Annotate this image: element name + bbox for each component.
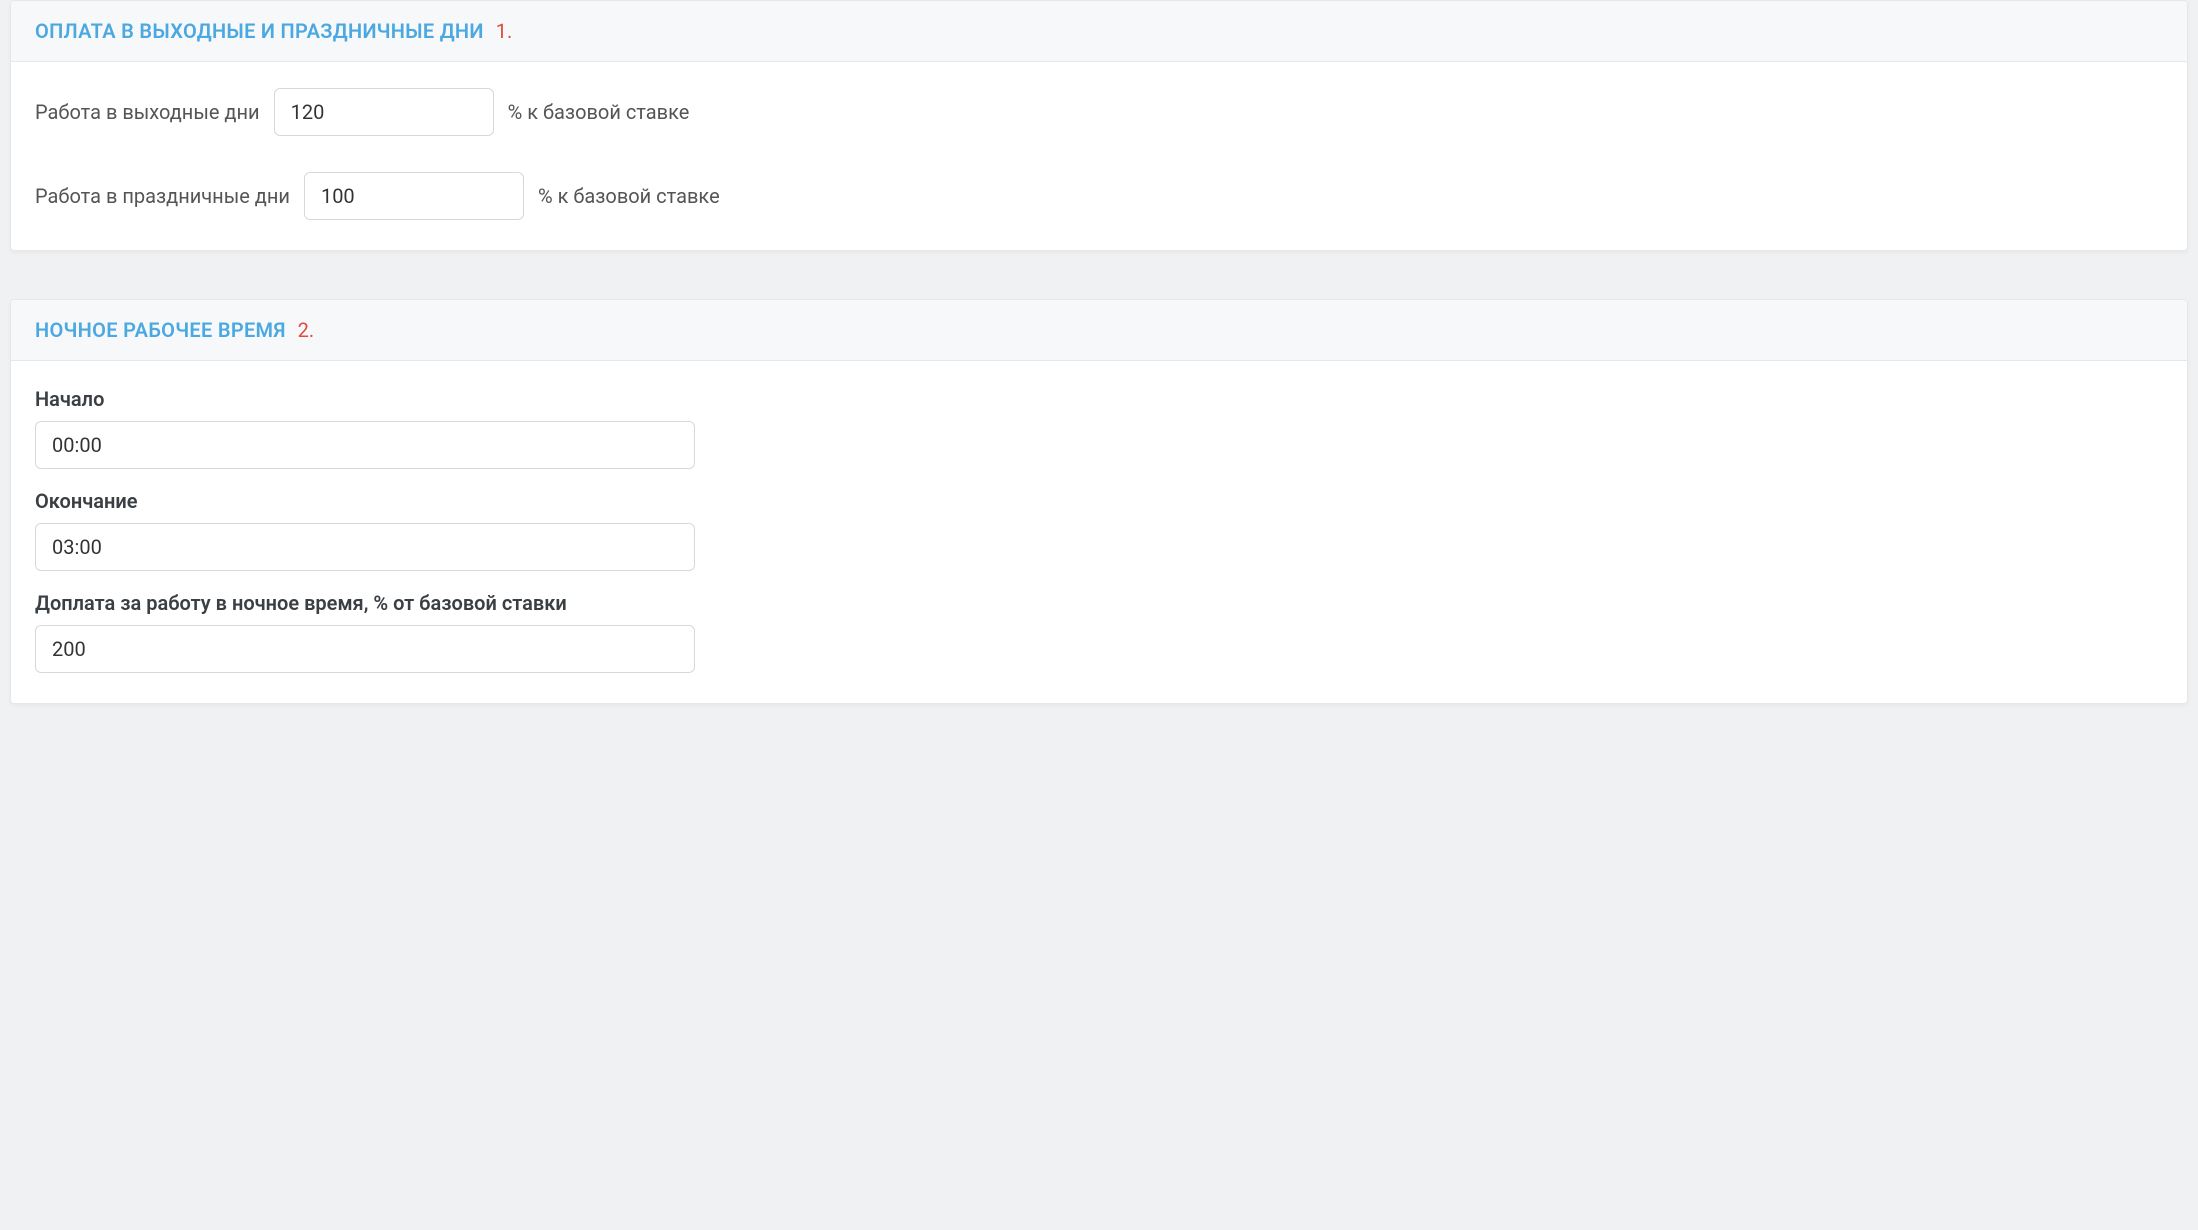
weekend-holiday-pay-panel: ОПЛАТА В ВЫХОДНЫЕ И ПРАЗДНИЧНЫЕ ДНИ 1. Р… (10, 0, 2188, 251)
panel-header: НОЧНОЕ РАБОЧЕЕ ВРЕМЯ 2. (11, 300, 2187, 361)
holiday-pay-row: Работа в праздничные дни % к базовой ста… (35, 172, 2163, 220)
annotation-marker: 1. (496, 19, 513, 43)
night-work-panel: НОЧНОЕ РАБОЧЕЕ ВРЕМЯ 2. Начало Окончание… (10, 299, 2188, 704)
night-end-group: Окончание (35, 489, 695, 571)
night-end-input[interactable] (35, 523, 695, 571)
holiday-pay-label: Работа в праздничные дни (35, 184, 290, 208)
holiday-pay-suffix: % к базовой ставке (538, 184, 720, 208)
holiday-pay-input[interactable] (304, 172, 524, 220)
weekend-pay-suffix: % к базовой ставке (508, 100, 690, 124)
weekend-pay-row: Работа в выходные дни % к базовой ставке (35, 88, 2163, 136)
panel-header: ОПЛАТА В ВЫХОДНЫЕ И ПРАЗДНИЧНЫЕ ДНИ 1. (11, 1, 2187, 62)
night-end-label: Окончание (35, 489, 695, 513)
night-start-input[interactable] (35, 421, 695, 469)
weekend-pay-label: Работа в выходные дни (35, 100, 260, 124)
night-start-label: Начало (35, 387, 695, 411)
weekend-pay-input[interactable] (274, 88, 494, 136)
night-surcharge-group: Доплата за работу в ночное время, % от б… (35, 591, 695, 673)
panel-body: Начало Окончание Доплата за работу в ноч… (11, 361, 2187, 703)
panel-title: НОЧНОЕ РАБОЧЕЕ ВРЕМЯ (35, 318, 286, 342)
annotation-marker: 2. (298, 318, 315, 342)
night-start-group: Начало (35, 387, 695, 469)
night-surcharge-input[interactable] (35, 625, 695, 673)
panel-body: Работа в выходные дни % к базовой ставке… (11, 62, 2187, 250)
night-surcharge-label: Доплата за работу в ночное время, % от б… (35, 591, 695, 615)
panel-title: ОПЛАТА В ВЫХОДНЫЕ И ПРАЗДНИЧНЫЕ ДНИ (35, 19, 484, 43)
